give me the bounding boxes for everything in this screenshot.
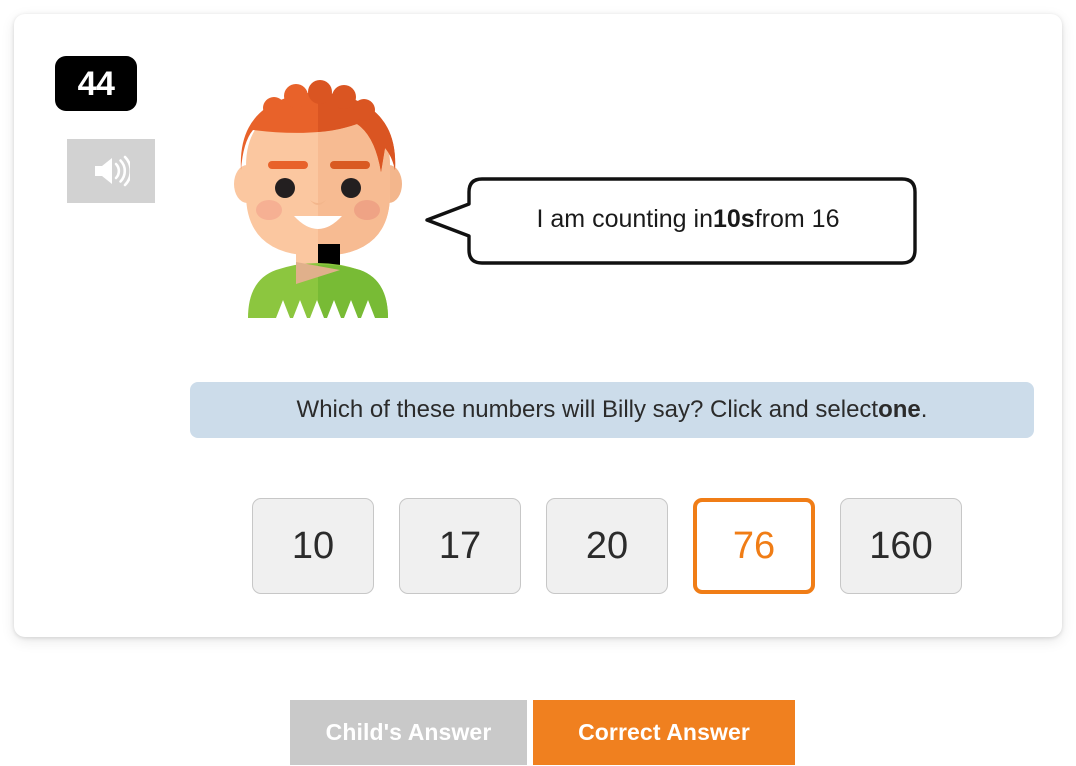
speech-bubble: I am counting in 10s from 16 bbox=[425, 176, 919, 272]
audio-play-button[interactable] bbox=[67, 139, 155, 203]
answer-option-1[interactable]: 10 bbox=[252, 498, 374, 594]
question-card: 44 I am counting in 10s from 16 Which of… bbox=[14, 14, 1062, 637]
childs-answer-button[interactable]: Child's Answer bbox=[290, 700, 527, 765]
answer-option-4-selected[interactable]: 76 bbox=[693, 498, 815, 594]
answer-option-5[interactable]: 160 bbox=[840, 498, 962, 594]
answer-option-label: 20 bbox=[585, 524, 629, 567]
answer-option-label: 76 bbox=[732, 524, 776, 567]
question-number-badge: 44 bbox=[55, 56, 137, 111]
correct-answer-button[interactable]: Correct Answer bbox=[533, 700, 795, 765]
answer-options-row: 10 17 20 76 160 bbox=[252, 498, 972, 594]
answer-option-label: 10 bbox=[291, 524, 335, 567]
answer-option-2[interactable]: 17 bbox=[399, 498, 521, 594]
footer-buttons: Child's Answer Correct Answer bbox=[290, 700, 795, 765]
speech-bubble-text: I am counting in 10s from 16 bbox=[473, 176, 903, 264]
speech-text-before: I am counting in bbox=[536, 205, 714, 234]
prompt-text-bold: one bbox=[878, 396, 921, 423]
speech-text-bold: 10s bbox=[713, 205, 755, 234]
answer-option-label: 17 bbox=[438, 524, 482, 567]
avatar bbox=[214, 66, 422, 318]
speech-text-after: from 16 bbox=[754, 205, 840, 234]
prompt-text-after: . bbox=[920, 396, 928, 423]
speaker-icon bbox=[92, 155, 130, 187]
answer-option-label: 160 bbox=[869, 524, 933, 567]
answer-option-3[interactable]: 20 bbox=[546, 498, 668, 594]
question-prompt-bar: Which of these numbers will Billy say? C… bbox=[190, 382, 1034, 438]
prompt-text-before: Which of these numbers will Billy say? C… bbox=[296, 396, 879, 423]
